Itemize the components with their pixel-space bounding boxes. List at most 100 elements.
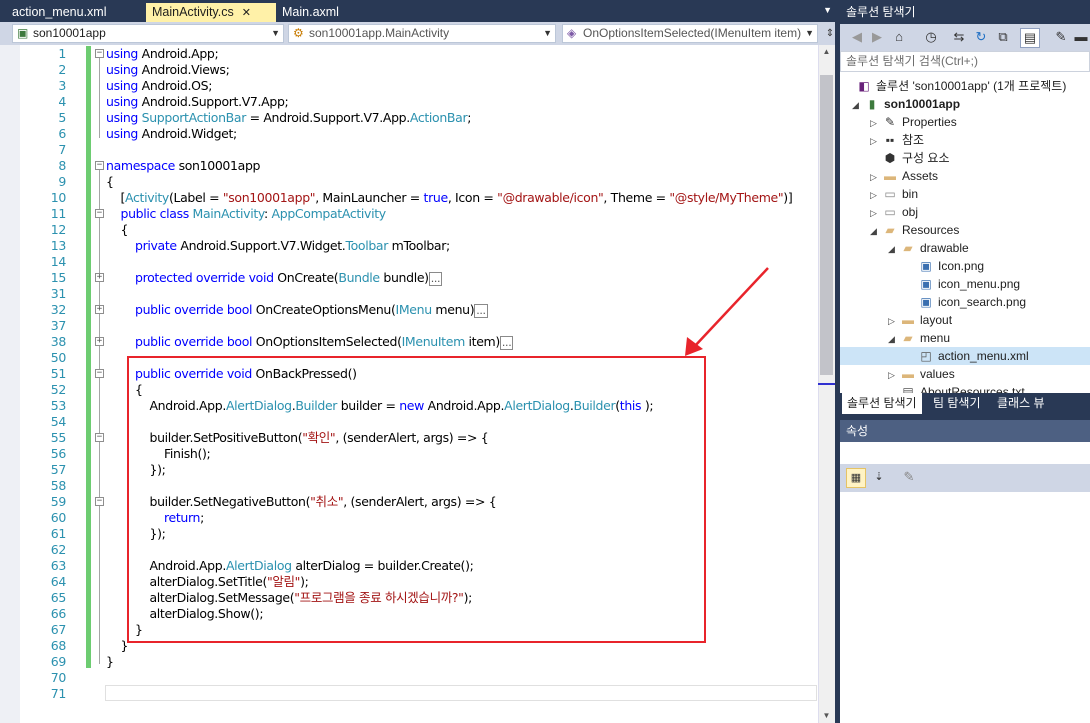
line-number: 12 (50, 222, 67, 237)
type-token: IMenuItem (401, 334, 466, 349)
scrollbar-thumb[interactable] (820, 75, 833, 375)
collapse-region-icon[interactable]: − (95, 49, 104, 58)
tree-node[interactable]: ◢ ▮ son10001app (840, 95, 1090, 113)
code-line[interactable]: 3 using Android.OS; (0, 78, 818, 94)
tab-solution-explorer[interactable]: 솔루션 탐색기 (842, 393, 922, 414)
collapse-region-icon[interactable]: − (95, 497, 104, 506)
code-line[interactable]: 7 (0, 142, 818, 158)
preview-icon[interactable]: ▬ (1072, 28, 1090, 46)
code-line[interactable]: 69} (0, 654, 818, 670)
sync-icon[interactable]: ⇆ (950, 28, 968, 46)
tree-node-label: drawable (920, 241, 969, 255)
code-line[interactable]: 12 { (0, 222, 818, 238)
collapsed-region-ellipsis[interactable]: ... (428, 271, 443, 286)
code-line[interactable]: 1 using Android.App; (0, 46, 818, 62)
collapse-all-icon[interactable]: ⧉ (994, 28, 1012, 46)
tree-node[interactable]: ◢ ▰ Resources (840, 221, 1090, 239)
expand-region-icon[interactable]: + (95, 273, 104, 282)
collapse-icon[interactable]: ◢ (852, 96, 864, 114)
code-token: { (106, 222, 129, 237)
line-number: 65 (50, 590, 67, 605)
code-line[interactable]: 11 public class MainActivity: AppCompatA… (0, 206, 818, 222)
tree-node[interactable]: ▷ ▭ bin (840, 185, 1090, 203)
code-line[interactable]: 70 (0, 670, 818, 686)
history-icon[interactable]: ◷ (922, 28, 940, 46)
code-token: OnCreateOptionsMenu( (252, 302, 396, 317)
scroll-down-icon[interactable]: ▼ (818, 709, 835, 723)
code-line[interactable]: 32 public override bool OnCreateOptionsM… (0, 302, 818, 318)
tree-node[interactable]: ▣ icon_menu.png (840, 275, 1090, 293)
properties-object-selector[interactable] (840, 442, 1090, 464)
tree-node[interactable]: ▷ ✎ Properties (840, 113, 1090, 131)
alphabetical-icon[interactable]: ⇣ (870, 468, 888, 486)
expand-icon[interactable]: ▷ (870, 114, 882, 132)
collapse-region-icon[interactable]: − (95, 209, 104, 218)
code-line[interactable]: 5 using SupportActionBar = Android.Suppor… (0, 110, 818, 126)
tab-dropdown-icon[interactable]: ▼ (823, 5, 832, 15)
collapsed-region-ellipsis[interactable]: ... (499, 335, 514, 350)
back-icon[interactable]: ◀ (848, 28, 866, 46)
tab-class-view[interactable]: 클래스 뷰 (992, 393, 1050, 414)
code-line[interactable]: 8 namespace son10001app (0, 158, 818, 174)
expand-icon[interactable]: ▷ (870, 132, 882, 150)
expand-icon[interactable]: ▷ (870, 204, 882, 222)
expand-icon[interactable]: ▷ (870, 168, 882, 186)
tree-node[interactable]: ◰ action_menu.xml (840, 347, 1090, 365)
collapse-icon[interactable]: ◢ (888, 330, 900, 348)
tree-node[interactable]: ▷ ▪▪ 참조 (840, 131, 1090, 149)
tree-node[interactable]: ▷ ▭ obj (840, 203, 1090, 221)
refresh-icon[interactable]: ↻ (972, 28, 990, 46)
expand-icon[interactable]: ▷ (888, 366, 900, 384)
tree-node[interactable]: ▣ Icon.png (840, 257, 1090, 275)
code-text: protected override void OnCreate(Bundle … (106, 270, 443, 286)
line-number: 10 (50, 190, 67, 205)
collapse-region-icon[interactable]: − (95, 369, 104, 378)
tree-node[interactable]: ◢ ▰ drawable (840, 239, 1090, 257)
type-token: Bundle (338, 270, 380, 285)
tree-node[interactable]: ⬢ 구성 요소 (840, 149, 1090, 167)
property-pages-icon[interactable]: ✎ (900, 468, 918, 486)
code-line[interactable]: 4 using Android.Support.V7.App; (0, 94, 818, 110)
home-icon[interactable]: ⌂ (890, 28, 908, 46)
code-line[interactable]: 15 protected override void OnCreate(Bund… (0, 270, 818, 286)
expand-region-icon[interactable]: + (95, 305, 104, 314)
tab-team-explorer[interactable]: 팀 탐색기 (928, 393, 986, 414)
code-line[interactable]: 2 using Android.Views; (0, 62, 818, 78)
code-line[interactable]: 14 (0, 254, 818, 270)
expand-region-icon[interactable]: + (95, 337, 104, 346)
image-file-icon: ▣ (920, 295, 932, 309)
tree-node[interactable]: ▷ ▬ layout (840, 311, 1090, 329)
expand-icon[interactable]: ▷ (870, 186, 882, 204)
categorized-icon[interactable]: ▦ (846, 468, 866, 488)
forward-icon[interactable]: ▶ (868, 28, 886, 46)
tree-node[interactable]: ▷ ▬ Assets (840, 167, 1090, 185)
keyword-token: using (106, 46, 142, 61)
solution-search-input[interactable]: 솔루션 탐색기 검색(Ctrl+;) (840, 51, 1090, 72)
collapse-icon[interactable]: ◢ (888, 240, 900, 258)
scroll-up-icon[interactable]: ▲ (818, 45, 835, 59)
code-line[interactable]: 9{ (0, 174, 818, 190)
collapse-region-icon[interactable]: − (95, 433, 104, 442)
code-line[interactable]: 6 using Android.Widget; (0, 126, 818, 142)
collapse-icon[interactable]: ◢ (870, 222, 882, 240)
code-line[interactable]: 38 public override bool OnOptionsItemSel… (0, 334, 818, 350)
code-line[interactable]: 13 private Android.Support.V7.Widget.Too… (0, 238, 818, 254)
tree-node[interactable]: ▣ icon_search.png (840, 293, 1090, 311)
tree-node[interactable]: ▤ AboutResources.txt (840, 383, 1090, 393)
tree-node[interactable]: ▷ ▬ values (840, 365, 1090, 383)
collapse-region-icon[interactable]: − (95, 161, 104, 170)
tree-node[interactable]: ◧ 솔루션 'son10001app' (1개 프로젝트) (840, 77, 1090, 95)
line-number: 55 (50, 430, 67, 445)
show-all-files-icon[interactable]: ▤ (1020, 28, 1040, 48)
type-token: AppCompatActivity (271, 206, 387, 221)
code-line[interactable]: 31 (0, 286, 818, 302)
tree-node[interactable]: ◢ ▰ menu (840, 329, 1090, 347)
properties-wrench-icon[interactable]: ✎ (1052, 28, 1070, 46)
code-token: Android.Views; (141, 62, 230, 77)
expand-icon[interactable]: ▷ (888, 312, 900, 330)
code-line[interactable]: 37 (0, 318, 818, 334)
collapsed-region-ellipsis[interactable]: ... (474, 303, 488, 318)
code-line[interactable]: 10 [Activity(Label = "son10001app", Main… (0, 190, 818, 206)
